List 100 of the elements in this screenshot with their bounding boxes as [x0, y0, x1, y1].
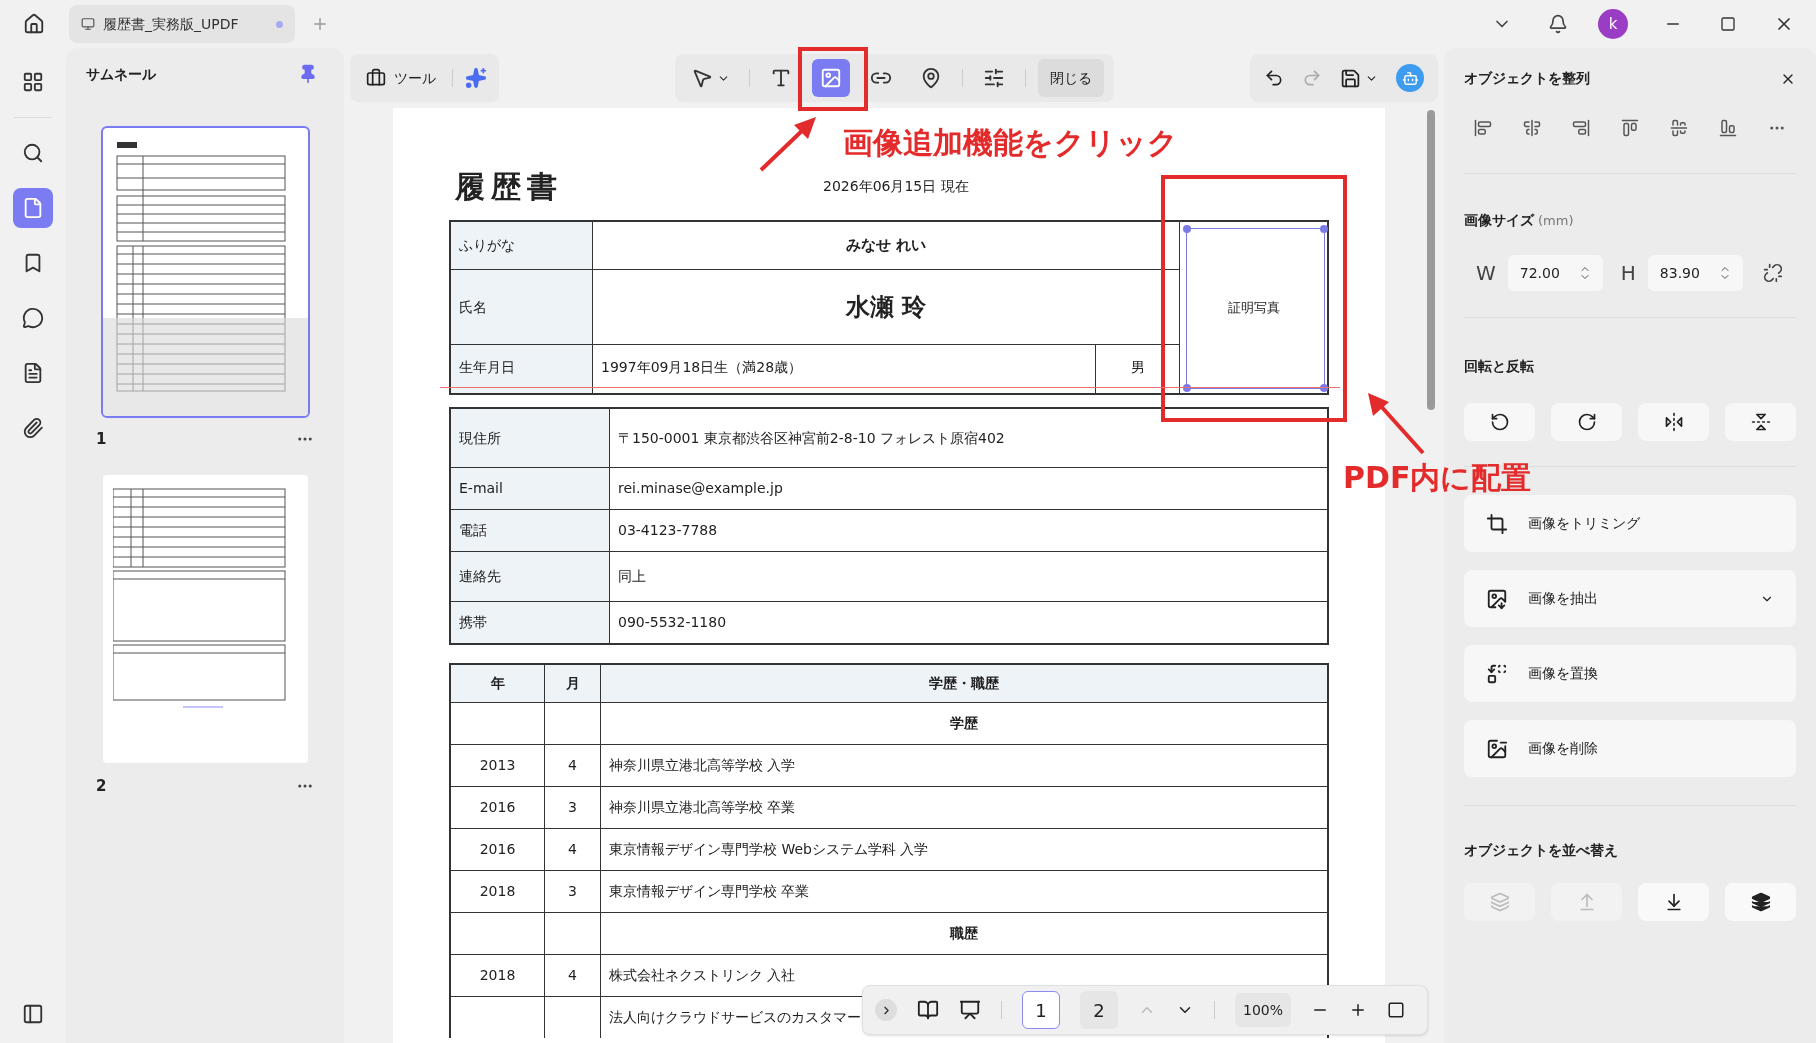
photo-label: 証明写真 — [1227, 298, 1280, 317]
page-thumbnail[interactable] — [102, 474, 308, 763]
align-right-icon[interactable] — [1572, 119, 1590, 137]
image-export-icon — [1486, 587, 1508, 610]
home-icon[interactable] — [23, 13, 45, 35]
pointer-icon — [691, 67, 713, 89]
page-button[interactable]: 1 — [1022, 991, 1060, 1029]
panel-icon[interactable] — [22, 1003, 44, 1025]
annotation-label: PDF内に配置 — [1343, 459, 1532, 497]
annotation-label: 画像追加機能をクリック — [843, 124, 1178, 162]
image-action-button[interactable]: 画像を抽出 — [1464, 570, 1796, 627]
field-value: 水瀬 玲 — [593, 270, 1180, 345]
unit-label: (mm) — [1538, 212, 1574, 230]
field-value: 090-5532-1180 — [617, 613, 728, 632]
section-title: 画像サイズ — [1464, 211, 1534, 230]
table-cell-text: 東京情報デザイン専門学校 卒業 — [609, 882, 810, 901]
collapse-button[interactable] — [875, 999, 897, 1021]
document-date: 2026年06月15日 現在 — [823, 176, 969, 196]
table-cell: 2013 — [451, 745, 545, 786]
height-field[interactable]: 83.90 — [1647, 255, 1743, 291]
field-label: E-mail — [451, 468, 610, 509]
annotation-arrow — [1365, 390, 1427, 456]
arrange-button[interactable] — [1725, 883, 1796, 921]
crop-icon — [1486, 512, 1508, 535]
undo-icon[interactable] — [1264, 68, 1284, 88]
rotate-button[interactable] — [1464, 403, 1535, 441]
zoom-field[interactable]: 100% — [1235, 993, 1292, 1027]
image-action-button[interactable]: 画像を置換 — [1464, 645, 1796, 702]
rotate-button[interactable] — [1638, 403, 1709, 441]
column-header: 年 — [451, 665, 545, 702]
highlight-frame — [798, 47, 868, 111]
page-number: 2 — [96, 775, 107, 797]
actual-size-icon[interactable] — [1387, 1001, 1406, 1019]
align-left-icon[interactable] — [1474, 119, 1492, 137]
align-top-icon[interactable] — [1621, 119, 1639, 137]
paperclip-icon — [22, 417, 44, 439]
flip-vertical-icon — [1750, 412, 1771, 432]
table-cell: 4 — [545, 955, 601, 996]
field-label: 現住所 — [451, 409, 610, 467]
presentation-icon[interactable] — [959, 999, 981, 1021]
table-cell: 2018 — [451, 871, 545, 912]
toolbox-icon — [366, 68, 386, 88]
book-icon[interactable] — [917, 999, 939, 1021]
table-cell: 3 — [545, 787, 601, 828]
page-button[interactable]: 2 — [1080, 991, 1118, 1029]
width-label: W — [1476, 260, 1496, 287]
close-edit-button[interactable]: 閉じる — [1037, 59, 1104, 97]
replace-icon — [1486, 662, 1508, 685]
bell-icon[interactable] — [1548, 14, 1568, 34]
grid-icon — [22, 71, 44, 93]
monitor-icon — [81, 17, 95, 31]
field-label: 氏名 — [451, 270, 593, 345]
ai-assistant-icon[interactable] — [1396, 64, 1424, 92]
scrollbar[interactable] — [1427, 110, 1435, 410]
page-thumbnail[interactable] — [102, 128, 308, 416]
field-label: 生年月日 — [451, 345, 593, 393]
page-number: 1 — [96, 429, 107, 450]
page-icon — [22, 197, 44, 219]
sparkle-icon[interactable] — [465, 67, 487, 89]
column-header: 学歴・職歴 — [928, 674, 1000, 693]
field-label: 携帯 — [451, 602, 610, 643]
user-avatar[interactable]: k — [1598, 9, 1628, 39]
rotate-right-icon — [1576, 412, 1597, 432]
field-label: 連絡先 — [451, 552, 610, 601]
image-delete-icon — [1486, 737, 1508, 760]
maximize-icon[interactable] — [1720, 16, 1736, 32]
document-tab[interactable]: 履歴書_実務版_UPDF — [69, 5, 295, 43]
tab-title: 履歴書_実務版_UPDF — [103, 14, 239, 34]
table-cell: 2018 — [451, 955, 545, 996]
search-icon — [22, 142, 44, 164]
rotate-button[interactable] — [1725, 403, 1796, 441]
table-cell-text: 株式会社ネクストリンク 入社 — [609, 966, 796, 985]
table-cell-text: 神奈川県立港北高等学校 卒業 — [609, 798, 796, 817]
section-title: オブジェクトを並べ替え — [1464, 841, 1619, 860]
flip-horizontal-icon — [1663, 412, 1684, 432]
table-cell: 4 — [545, 829, 601, 870]
pin-icon[interactable] — [298, 64, 318, 84]
section-title: オブジェクトを整列 — [1464, 69, 1590, 88]
align-middle-icon[interactable] — [1670, 119, 1688, 137]
image-action-button[interactable]: 画像をトリミング — [1464, 495, 1796, 552]
image-icon — [819, 67, 842, 89]
save-icon[interactable] — [1340, 67, 1361, 89]
align-center-icon[interactable] — [1523, 119, 1541, 137]
table-cell-text: 職歴 — [948, 924, 979, 943]
comment-icon — [22, 307, 44, 329]
image-action-button[interactable]: 画像を削除 — [1464, 720, 1796, 777]
align-bottom-icon[interactable] — [1719, 119, 1737, 137]
field-value: 同上 — [617, 567, 647, 586]
field-value: rei.minase@example.jp — [617, 479, 784, 498]
field-value: 03-4123-7788 — [617, 521, 719, 540]
table-cell: 2016 — [451, 787, 545, 828]
panel-title: サムネール — [86, 64, 156, 84]
width-field[interactable]: 72.00 — [1507, 255, 1603, 291]
table-cell: 2016 — [451, 829, 545, 870]
sliders-icon — [982, 67, 1005, 89]
field-value: 〒150-0001 東京都渋谷区神宮前2-8-10 フォレスト原宿402 — [617, 428, 1006, 448]
table-cell: 4 — [545, 745, 601, 786]
rotate-button[interactable] — [1551, 403, 1622, 441]
field-label: ふりがな — [451, 222, 593, 270]
field-value: みなせ れい — [593, 222, 1180, 270]
